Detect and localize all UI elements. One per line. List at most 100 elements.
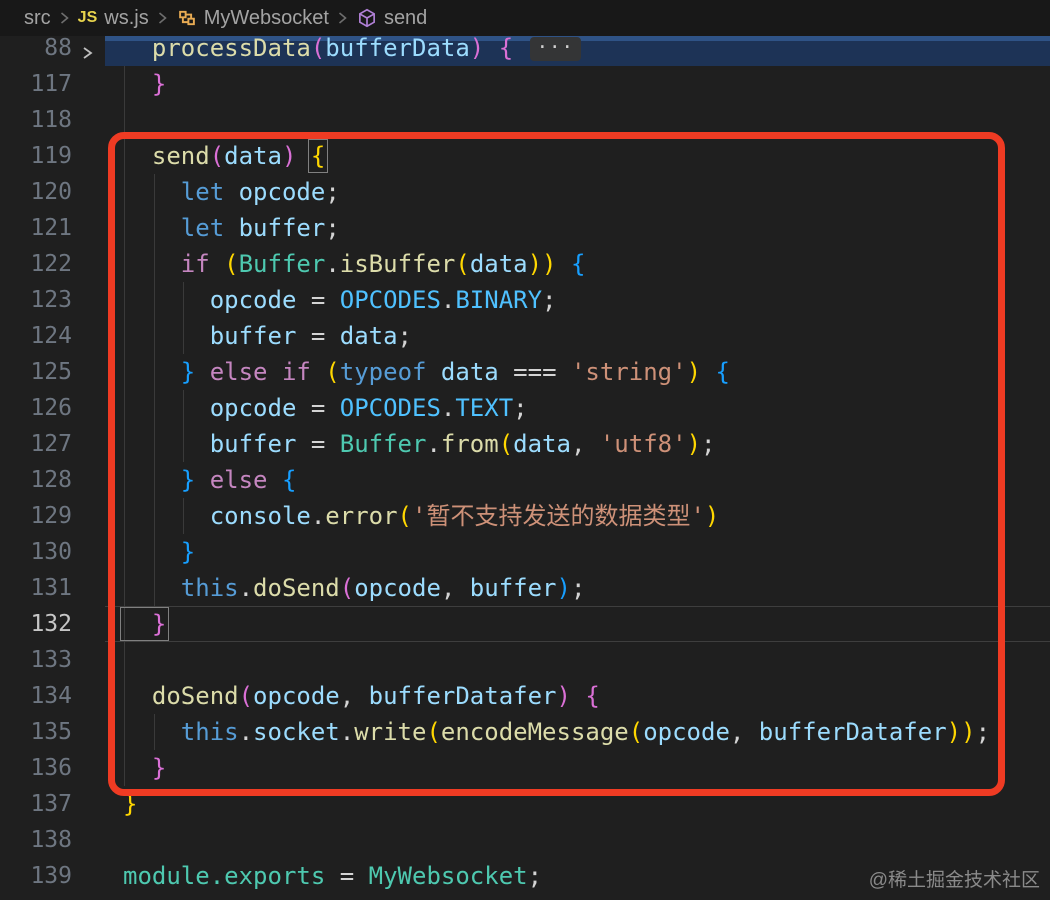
code-token: opcode xyxy=(253,682,340,710)
breadcrumb-item-file[interactable]: JS ws.js xyxy=(78,7,149,30)
code-token: ( xyxy=(339,574,355,602)
line-number: 137 xyxy=(30,791,72,817)
line-number: 122 xyxy=(30,251,72,277)
code-token: )) xyxy=(527,250,557,278)
code-line[interactable]: 134 doSend(opcode, bufferDatafer) { xyxy=(0,678,1050,714)
vscode-editor-window: src JS ws.js MyWebsocket send 88 process… xyxy=(0,0,1050,900)
breadcrumb-item-src[interactable]: src xyxy=(24,7,51,30)
matched-bracket: { xyxy=(307,139,329,173)
breadcrumb-item-method[interactable]: send xyxy=(356,7,427,30)
code-line[interactable]: 123 opcode = OPCODES.BINARY; xyxy=(0,282,1050,318)
code-token: buffer xyxy=(123,322,297,350)
code-token: opcode xyxy=(643,718,730,746)
code-token: ; xyxy=(325,214,340,242)
line-number: 125 xyxy=(30,359,72,385)
code-token: === xyxy=(498,358,557,386)
code-token: processData xyxy=(123,34,311,62)
breadcrumb-item-class[interactable]: MyWebsocket xyxy=(176,7,329,30)
code-line[interactable]: 128 } else { xyxy=(0,462,1050,498)
code-text[interactable]: let opcode; xyxy=(123,174,340,210)
code-token: . xyxy=(238,574,254,602)
code-text[interactable]: let buffer; xyxy=(123,210,340,246)
code-token: opcode xyxy=(224,178,326,206)
code-text[interactable]: send(data) { xyxy=(123,138,329,174)
code-line[interactable]: 124 buffer = data; xyxy=(0,318,1050,354)
code-line[interactable]: 135 this.socket.write(encodeMessage(opco… xyxy=(0,714,1050,750)
code-token: '暂不支持发送的数据类型' xyxy=(412,502,705,530)
code-text[interactable]: opcode = OPCODES.TEXT; xyxy=(123,390,528,426)
code-line[interactable]: 131 this.doSend(opcode, buffer); xyxy=(0,570,1050,606)
code-token: ( xyxy=(310,358,340,386)
code-line[interactable]: 122 if (Buffer.isBuffer(data)) { xyxy=(0,246,1050,282)
code-text[interactable]: doSend(opcode, bufferDatafer) { xyxy=(123,678,600,714)
code-line[interactable]: 121 let buffer; xyxy=(0,210,1050,246)
code-token: let xyxy=(123,178,225,206)
code-text[interactable]: } xyxy=(123,750,166,786)
code-line[interactable]: 136 } xyxy=(0,750,1050,786)
code-token: , xyxy=(440,574,456,602)
code-line[interactable]: 120 let opcode; xyxy=(0,174,1050,210)
code-token: ) xyxy=(686,430,702,458)
code-line[interactable]: 138 xyxy=(0,822,1050,858)
code-line[interactable]: 132 } xyxy=(0,606,1050,642)
code-text[interactable]: buffer = data; xyxy=(123,318,412,354)
code-text[interactable]: } xyxy=(123,786,137,822)
breadcrumb-label: src xyxy=(24,6,51,29)
code-token: this xyxy=(123,574,239,602)
code-token: ( xyxy=(209,142,225,170)
code-token: { xyxy=(556,250,586,278)
code-line[interactable]: 118 xyxy=(0,102,1050,138)
code-token: ( xyxy=(209,250,239,278)
line-number: 132 xyxy=(30,611,72,637)
line-number: 128 xyxy=(30,467,72,493)
line-number: 123 xyxy=(30,287,72,313)
code-text[interactable]: this.doSend(opcode, buffer); xyxy=(123,570,586,606)
code-line[interactable]: 127 buffer = Buffer.from(data, 'utf8'); xyxy=(0,426,1050,462)
line-number: 119 xyxy=(30,143,72,169)
code-text[interactable]: console.error('暂不支持发送的数据类型') xyxy=(123,498,720,534)
code-text[interactable]: this.socket.write(encodeMessage(opcode, … xyxy=(123,714,990,750)
code-token: } xyxy=(123,754,167,782)
code-token: { xyxy=(701,358,730,386)
code-text[interactable]: } else { xyxy=(123,462,297,498)
code-line[interactable]: 133 xyxy=(0,642,1050,678)
code-text[interactable]: opcode = OPCODES.BINARY; xyxy=(123,282,557,318)
code-token: ) xyxy=(281,142,311,170)
code-line[interactable]: 125 } else if (typeof data === 'string')… xyxy=(0,354,1050,390)
line-number: 133 xyxy=(30,647,72,673)
code-line[interactable]: 119 send(data) { xyxy=(0,138,1050,174)
code-text[interactable]: buffer = Buffer.from(data, 'utf8'); xyxy=(123,426,716,462)
code-token: else xyxy=(195,358,268,386)
line-number: 126 xyxy=(30,395,72,421)
code-token: . xyxy=(440,286,456,314)
code-token: ) xyxy=(556,682,586,710)
js-file-icon: JS xyxy=(77,9,98,26)
code-token: else xyxy=(195,466,268,494)
code-token: write xyxy=(354,718,427,746)
code-text[interactable]: } else if (typeof data === 'string') { xyxy=(123,354,730,390)
code-token: BINARY xyxy=(455,286,543,314)
code-token: ( xyxy=(498,430,514,458)
code-token: if xyxy=(267,358,311,386)
editor[interactable]: 88 processData(bufferData) { ··· 117 } 118… xyxy=(0,30,1050,900)
code-text[interactable]: } xyxy=(123,534,195,570)
code-line[interactable]: 130 } xyxy=(0,534,1050,570)
code-text[interactable]: if (Buffer.isBuffer(data)) { xyxy=(123,246,586,282)
chevron-right-icon xyxy=(58,10,71,26)
code-line[interactable]: 126 opcode = OPCODES.TEXT; xyxy=(0,390,1050,426)
code-text[interactable]: } xyxy=(119,606,170,642)
code-text[interactable]: } xyxy=(123,66,166,102)
code-text[interactable]: module.exports = MyWebsocket; xyxy=(123,858,542,894)
code-line[interactable]: 129 console.error('暂不支持发送的数据类型') xyxy=(0,498,1050,534)
code-token: = xyxy=(296,430,326,458)
code-token: data xyxy=(513,430,571,458)
code-token: 'string' xyxy=(556,358,687,386)
line-number: 118 xyxy=(30,107,72,133)
chevron-right-icon xyxy=(336,10,349,26)
code-line[interactable]: 117 } xyxy=(0,66,1050,102)
folded-code-badge[interactable]: ··· xyxy=(529,37,581,61)
code-token: ) xyxy=(704,502,720,530)
line-number: 136 xyxy=(30,755,72,781)
code-line[interactable]: 137} xyxy=(0,786,1050,822)
code-token: ( xyxy=(397,502,412,530)
